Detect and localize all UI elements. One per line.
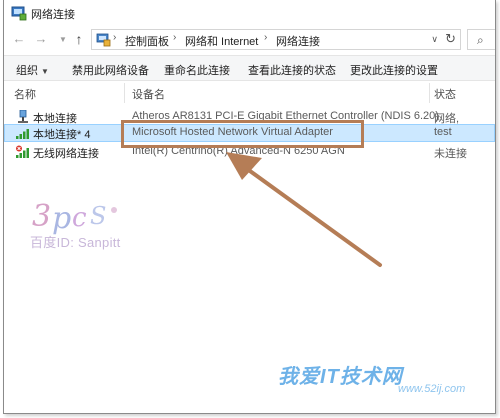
- command-bar: 组织 ▼ 禁用此网络设备 重命名此连接 查看此连接的状态 更改此连接的设置: [4, 55, 495, 81]
- search-icon: ⌕: [477, 33, 484, 47]
- annotation-highlight-box: [121, 120, 364, 148]
- rename-connection-button[interactable]: 重命名此连接: [164, 62, 230, 78]
- control-panel-icon: [96, 33, 111, 47]
- wireless-signal-icon: [16, 145, 29, 158]
- svg-text:p: p: [52, 201, 71, 236]
- ethernet-adapter-icon: [18, 110, 28, 123]
- chevron-down-icon: ▼: [41, 67, 49, 76]
- organize-button[interactable]: 组织 ▼: [16, 62, 49, 78]
- window-title: 网络连接: [31, 9, 75, 21]
- breadcrumb-network-internet[interactable]: 网络和 Internet: [185, 33, 258, 49]
- column-header-device[interactable]: 设备名: [132, 86, 165, 102]
- breadcrumb-control-panel[interactable]: 控制面板: [125, 33, 169, 49]
- svg-text:3: 3: [32, 199, 51, 234]
- search-box[interactable]: ⌕: [467, 29, 495, 50]
- address-bar[interactable]: › 控制面板 › 网络和 Internet › 网络连接 ∨ ↻: [91, 29, 461, 50]
- column-divider[interactable]: [429, 83, 430, 103]
- svg-text:S: S: [90, 202, 106, 230]
- column-divider[interactable]: [124, 83, 125, 103]
- address-dropdown-icon[interactable]: ∨: [431, 34, 438, 45]
- breadcrumb-separator-icon[interactable]: ›: [264, 32, 267, 43]
- breadcrumb-separator-icon[interactable]: ›: [113, 32, 116, 43]
- refresh-icon[interactable]: ↻: [445, 31, 456, 47]
- up-arrow-icon[interactable]: ↑: [71, 31, 87, 47]
- back-arrow-icon[interactable]: ←: [11, 31, 27, 47]
- connection-status: 未连接: [434, 148, 467, 160]
- connection-name: 无线网络连接: [33, 148, 99, 160]
- organize-label: 组织: [16, 65, 38, 77]
- connection-name: 本地连接* 4: [33, 129, 91, 141]
- recent-locations-chevron-icon[interactable]: ▼: [55, 32, 71, 48]
- column-header-row: 名称 设备名 状态: [4, 83, 495, 103]
- site-url-watermark: www.52ij.com: [398, 383, 466, 395]
- change-settings-button[interactable]: 更改此连接的设置: [350, 62, 438, 78]
- site-watermark: 我爱IT技术网: [278, 366, 403, 388]
- wireless-signal-icon: [16, 129, 29, 139]
- baidu-id-watermark: 百度ID: Sanpitt: [30, 235, 121, 250]
- connection-status: test: [434, 126, 452, 138]
- column-header-name[interactable]: 名称: [14, 86, 36, 102]
- network-connections-icon: [11, 6, 27, 21]
- navigation-bar: ← → ▼ ↑ › 控制面板 › 网络和 Internet › 网络连接 ∨ ↻…: [4, 27, 495, 53]
- breadcrumb-network-connections[interactable]: 网络连接: [276, 33, 320, 49]
- svg-text:c: c: [72, 203, 87, 233]
- column-header-status[interactable]: 状态: [434, 86, 456, 102]
- title-bar: 网络连接: [4, 0, 495, 26]
- breadcrumb-separator-icon[interactable]: ›: [173, 32, 176, 43]
- view-status-button[interactable]: 查看此连接的状态: [248, 62, 336, 78]
- explorer-window: 网络连接 ← → ▼ ↑ › 控制面板 › 网络和 Internet › 网络连…: [3, 0, 496, 414]
- disable-device-button[interactable]: 禁用此网络设备: [72, 62, 149, 78]
- forward-arrow-icon[interactable]: →: [33, 31, 49, 47]
